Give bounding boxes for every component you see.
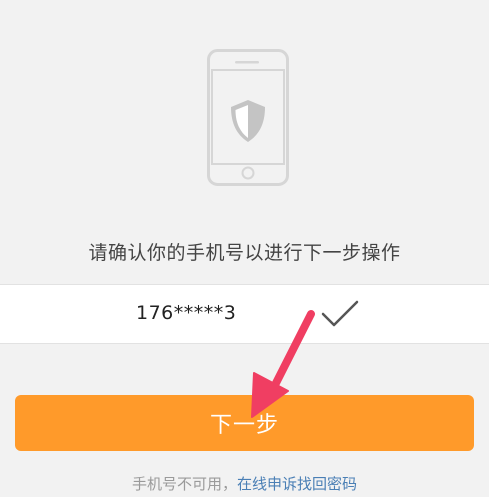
phone-number-row[interactable]: 176*****3 [0, 284, 489, 344]
online-appeal-link[interactable]: 在线申诉找回密码 [237, 475, 357, 493]
confirm-phone-prompt: 请确认你的手机号以进行下一步操作 [88, 242, 401, 264]
next-step-button[interactable]: 下一步 [15, 395, 474, 451]
footer-help-text: 手机号不可用，在线申诉找回密码 [0, 473, 489, 494]
phone-shield-icon [207, 49, 289, 186]
phone-unavailable-text: 手机号不可用， [131, 475, 237, 493]
check-icon [321, 300, 359, 327]
masked-phone-number: 176*****3 [136, 302, 237, 324]
